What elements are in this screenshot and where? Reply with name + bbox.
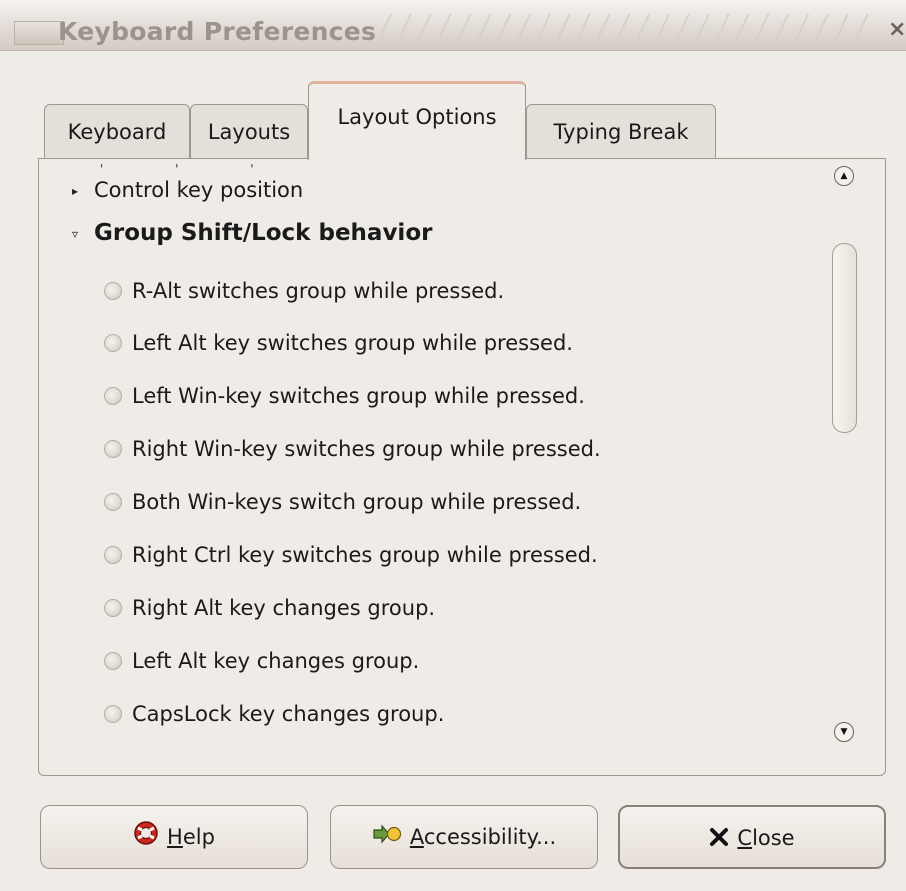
tab-layout-options[interactable]: Layout Options [308,81,526,160]
x-icon [709,809,729,871]
help-button[interactable]: Help [40,805,308,869]
window-close-icon[interactable]: × [888,18,906,42]
tab-typing-break[interactable]: Typing Break [526,104,716,159]
window-menu-icon[interactable] [14,21,64,45]
close-button[interactable]: Close [618,805,886,869]
close-mnemonic: C [737,826,753,850]
lifebuoy-icon [133,808,159,870]
tab-layouts[interactable]: Layouts [190,104,308,159]
close-label: lose [752,826,795,850]
title-bar[interactable]: Keyboard Preferences × [0,0,906,51]
accessibility-icon [372,808,402,870]
help-mnemonic: H [167,825,183,849]
help-label: elp [182,825,215,849]
options-panel [38,158,886,776]
accessibility-mnemonic: A [409,825,424,849]
tab-keyboard[interactable]: Keyboard [44,104,190,159]
accessibility-label: ccessibility... [423,825,557,849]
title-bar-stripes [380,14,870,40]
window-title: Keyboard Preferences [58,17,377,46]
accessibility-button[interactable]: Accessibility... [330,805,598,869]
